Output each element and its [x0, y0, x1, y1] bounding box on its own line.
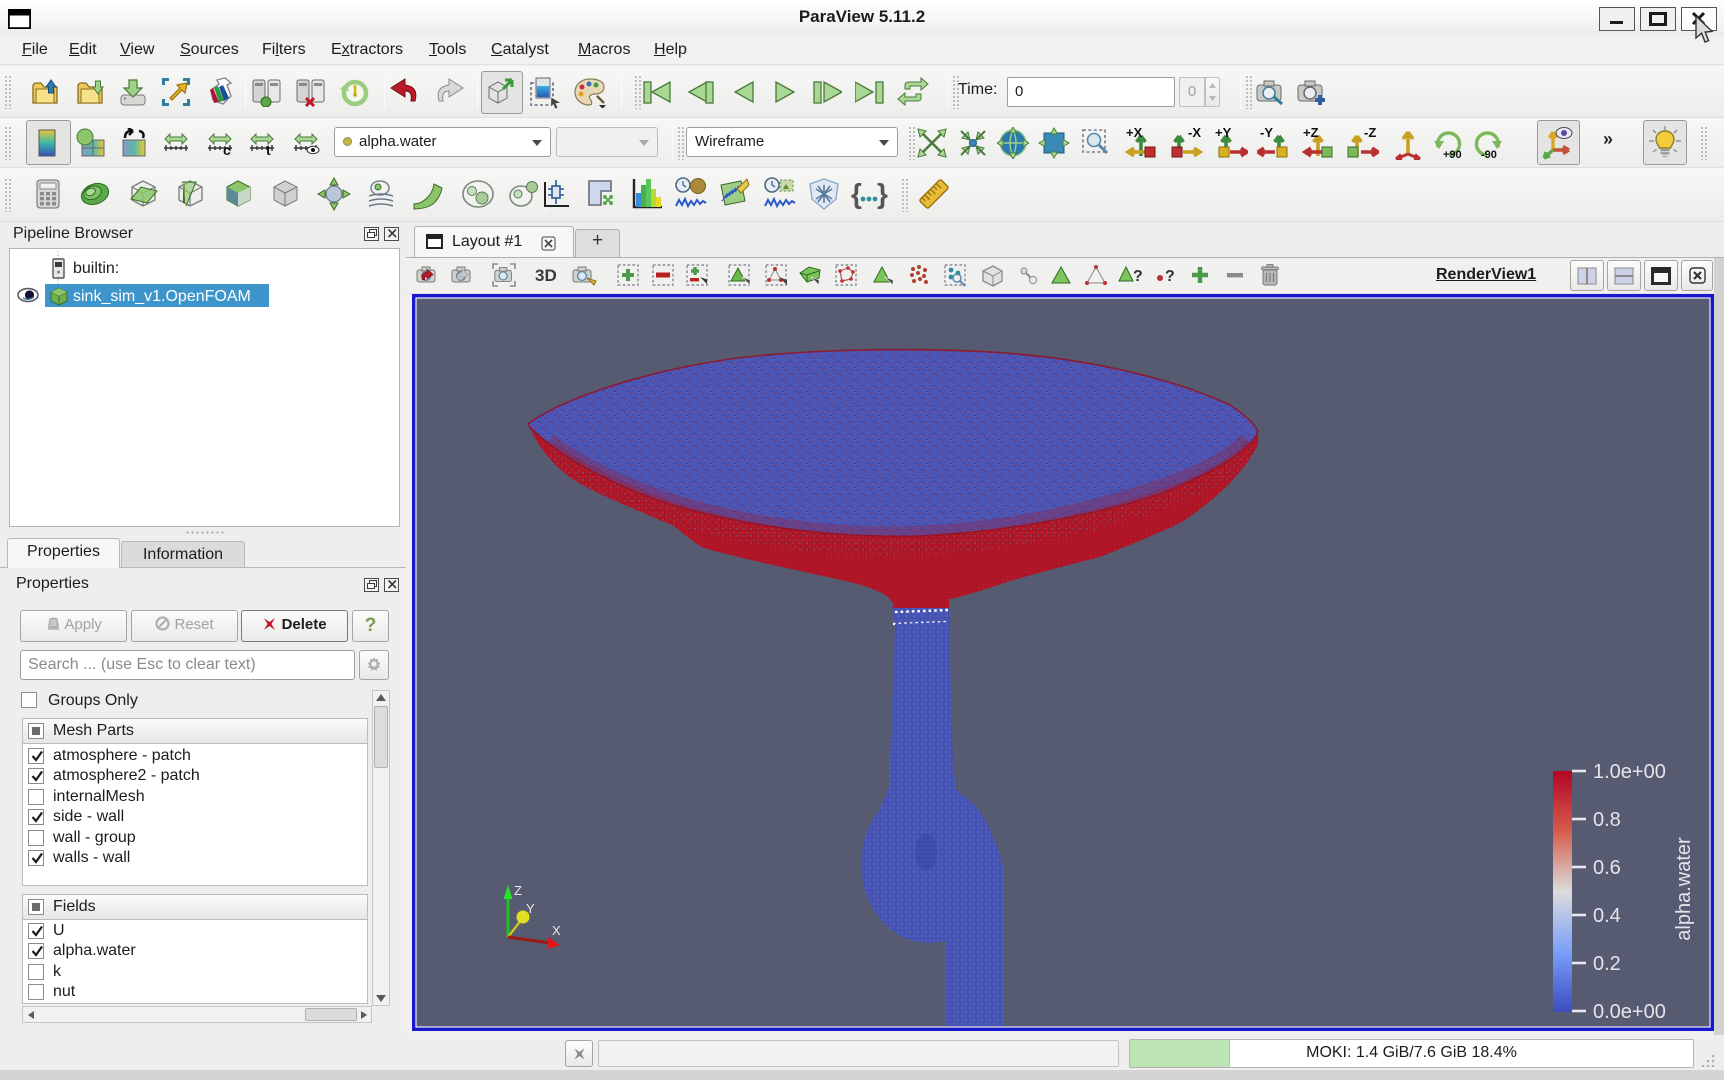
- svg-text:Z: Z: [514, 883, 522, 898]
- svg-text:}: }: [877, 178, 888, 209]
- svg-text:-Y: -Y: [1260, 126, 1273, 140]
- svg-text:t: t: [266, 142, 271, 155]
- svg-text:Y: Y: [526, 901, 535, 916]
- svg-text:1.0e+00: 1.0e+00: [1593, 761, 1666, 783]
- svg-text:0.6: 0.6: [1593, 857, 1621, 879]
- svg-text:?: ?: [1165, 268, 1175, 285]
- svg-text:+X: +X: [1126, 126, 1143, 140]
- svg-text:-90: -90: [1481, 149, 1497, 159]
- svg-text:c: c: [223, 142, 231, 155]
- svg-text:+Z: +Z: [1303, 126, 1319, 140]
- svg-text:+Y: +Y: [1215, 126, 1232, 140]
- svg-text:builtin:: builtin:: [73, 260, 119, 277]
- svg-text:-X: -X: [1188, 126, 1201, 140]
- svg-text:3D: 3D: [535, 266, 557, 285]
- svg-text:0.4: 0.4: [1593, 905, 1621, 927]
- svg-text:sink_sim_v1.OpenFOAM: sink_sim_v1.OpenFOAM: [73, 288, 251, 305]
- svg-text:-Z: -Z: [1364, 126, 1376, 140]
- svg-text:?: ?: [1133, 268, 1143, 285]
- svg-text:X: X: [552, 923, 561, 938]
- svg-text:0.8: 0.8: [1593, 809, 1621, 831]
- svg-text:+90: +90: [1443, 149, 1462, 159]
- svg-text:0.2: 0.2: [1593, 953, 1621, 975]
- svg-text:alpha.water: alpha.water: [1673, 837, 1695, 941]
- svg-text:0.0e+00: 0.0e+00: [1593, 1001, 1666, 1023]
- svg-text:{: {: [851, 178, 862, 209]
